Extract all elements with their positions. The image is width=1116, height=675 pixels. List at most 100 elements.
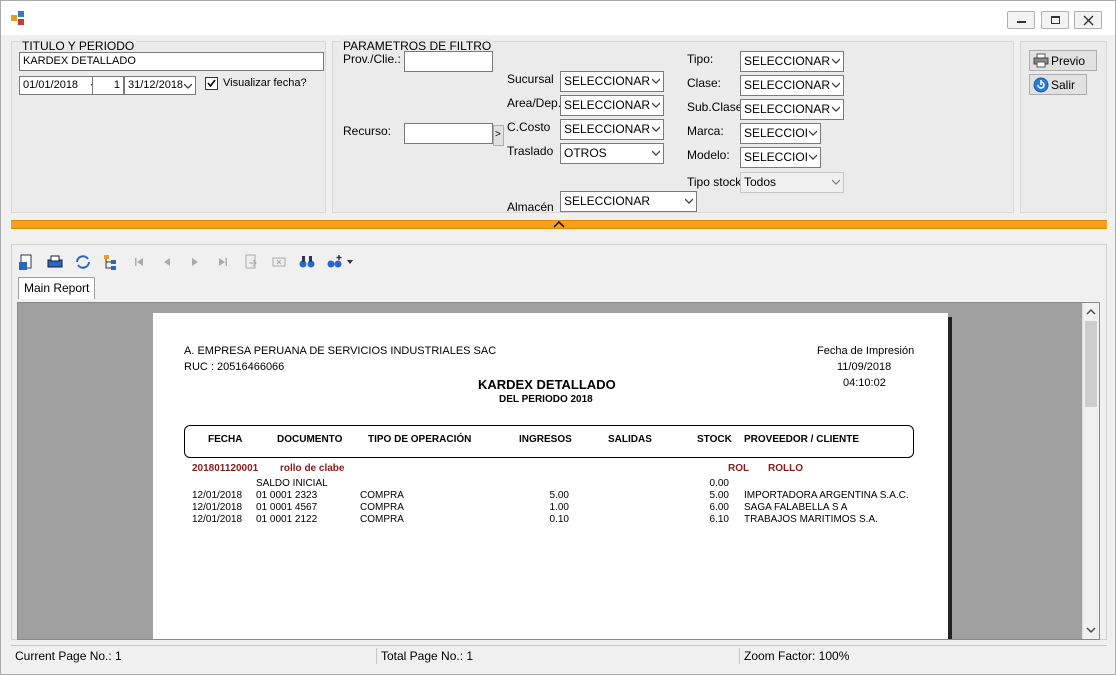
traslado-select[interactable]: OTROS: [560, 143, 664, 164]
row-stock: 6.10: [709, 514, 729, 525]
row-documento: 01 0001 2323: [256, 490, 318, 501]
tipostock-value: Todos: [744, 175, 777, 189]
restore-button[interactable]: [1041, 11, 1069, 29]
row-stock: 6.00: [709, 502, 729, 513]
goto-page-icon[interactable]: [242, 253, 260, 271]
period-number-input[interactable]: 1: [92, 76, 124, 95]
chevron-down-icon: [652, 126, 660, 132]
row-tipo: COMPRA: [360, 514, 404, 525]
tipostock-label: Tipo stock: [687, 175, 742, 189]
status-divider: [739, 648, 740, 664]
scroll-up-icon[interactable]: [1086, 308, 1096, 315]
prov-label: Prov./Clie.:: [343, 52, 401, 66]
recurso-label: Recurso:: [343, 124, 392, 138]
titulo-periodo-title: TITULO Y PERIODO: [20, 39, 137, 53]
filtro-group: PARAMETROS DE FILTRO Prov./Clie.: Recurs…: [332, 39, 1014, 214]
refresh-icon[interactable]: [74, 253, 92, 271]
minimize-button[interactable]: [1007, 11, 1035, 29]
row-documento: 01 0001 4567: [256, 502, 318, 513]
minimize-icon: [1017, 21, 1026, 23]
group-tree-icon[interactable]: [102, 253, 120, 271]
prov-input[interactable]: [404, 51, 493, 72]
scroll-thumb[interactable]: [1085, 321, 1097, 407]
date-from-picker[interactable]: 01/01/2018: [19, 76, 103, 95]
tab-main-report[interactable]: Main Report: [18, 277, 96, 299]
report-title: KARDEX DETALLADO: [478, 377, 616, 392]
saldo-label: SALDO INICIAL: [256, 478, 328, 489]
first-page-icon[interactable]: [130, 253, 148, 271]
close-view-icon[interactable]: [270, 253, 288, 271]
export-icon[interactable]: [18, 253, 36, 271]
row-proveedor: TRABAJOS MARITIMOS S.A.: [744, 514, 878, 525]
collapse-chevron-icon[interactable]: [553, 220, 565, 229]
traslado-value: OTROS: [564, 146, 607, 160]
next-page-icon[interactable]: [186, 253, 204, 271]
zoom-dropdown-icon[interactable]: [347, 260, 353, 264]
row-proveedor: SAGA FALABELLA S A: [744, 502, 848, 513]
vertical-scrollbar[interactable]: [1082, 303, 1099, 639]
clase-select[interactable]: SELECCIONAR: [740, 75, 844, 96]
saldo-row: SALDO INICIAL 0.00: [153, 478, 948, 490]
modelo-select[interactable]: SELECCIOI: [740, 147, 821, 168]
titulo-periodo-group: TITULO Y PERIODO KARDEX DETALLADO 01/01/…: [11, 39, 326, 213]
group-code: 201801120001: [192, 463, 259, 474]
visualizar-fecha-label: Visualizar fecha?: [223, 77, 307, 89]
row-fecha: 12/01/2018: [192, 514, 243, 525]
chevron-down-icon: [652, 78, 660, 84]
chevron-down-icon: [832, 179, 840, 185]
saldo-stock: 0.00: [709, 478, 729, 489]
find-icon[interactable]: [298, 253, 316, 271]
col-documento: DOCUMENTO: [277, 434, 343, 445]
previo-button[interactable]: Previo: [1029, 50, 1097, 71]
col-fecha: FECHA: [208, 434, 243, 445]
tipo-value: SELECCIONAR: [744, 54, 831, 68]
zoom-icon[interactable]: [326, 253, 344, 271]
col-proveedor: PROVEEDOR / CLIENTE: [744, 434, 860, 445]
ccosto-select[interactable]: SELECCIONAR: [560, 119, 664, 140]
modelo-value: SELECCIOI: [744, 150, 809, 164]
chevron-down-icon: [685, 198, 693, 204]
tipostock-select[interactable]: Todos: [740, 172, 844, 193]
marca-label: Marca:: [687, 124, 724, 138]
report-page: A. EMPRESA PERUANA DE SERVICIOS INDUSTRI…: [153, 313, 948, 639]
checkmark-icon: [207, 79, 216, 88]
recurso-search-button[interactable]: >: [493, 125, 504, 146]
print-date: 11/09/2018: [837, 361, 892, 373]
date-to-picker[interactable]: 31/12/2018: [124, 76, 196, 95]
report-title-input[interactable]: KARDEX DETALLADO: [19, 52, 324, 71]
row-stock: 5.00: [709, 490, 729, 501]
title-bar: [1, 1, 1115, 35]
company-name: A. EMPRESA PERUANA DE SERVICIOS INDUSTRI…: [184, 345, 497, 357]
status-divider: [376, 648, 377, 664]
col-stock: STOCK: [697, 434, 732, 445]
row-ingresos: 5.00: [549, 490, 569, 501]
almacen-select[interactable]: SELECCIONAR: [560, 191, 697, 212]
ccosto-label: C.Costo: [507, 120, 551, 134]
sucursal-label: Sucursal: [507, 72, 554, 86]
print-date-label: Fecha de Impresión: [817, 345, 915, 357]
print-icon[interactable]: [46, 253, 64, 271]
last-page-icon[interactable]: [214, 253, 232, 271]
status-bar: Current Page No.: 1 Total Page No.: 1 Zo…: [11, 645, 1107, 665]
printer-icon: [1033, 53, 1049, 68]
subclase-select[interactable]: SELECCIONAR: [740, 99, 844, 120]
marca-select[interactable]: SELECCIOI: [740, 123, 821, 144]
row-fecha: 12/01/2018: [192, 502, 243, 513]
chevron-down-icon: [184, 83, 192, 89]
main-window: TITULO Y PERIODO KARDEX DETALLADO 01/01/…: [0, 0, 1116, 675]
tipo-select[interactable]: SELECCIONAR: [740, 51, 844, 72]
area-select[interactable]: SELECCIONAR: [560, 95, 664, 116]
recurso-input[interactable]: [404, 123, 493, 144]
close-button[interactable]: [1074, 11, 1102, 29]
prev-page-icon[interactable]: [158, 253, 176, 271]
visualizar-fecha-checkbox[interactable]: [205, 77, 218, 90]
row-ingresos: 1.00: [549, 502, 569, 513]
scroll-down-icon[interactable]: [1086, 627, 1096, 634]
salir-button[interactable]: Salir: [1029, 74, 1087, 95]
chevron-down-icon: [809, 154, 817, 160]
clase-label: Clase:: [687, 76, 722, 90]
clase-value: SELECCIONAR: [744, 78, 831, 92]
ccosto-value: SELECCIONAR: [564, 122, 651, 136]
sucursal-select[interactable]: SELECCIONAR: [560, 71, 664, 92]
sucursal-value: SELECCIONAR: [564, 74, 651, 88]
